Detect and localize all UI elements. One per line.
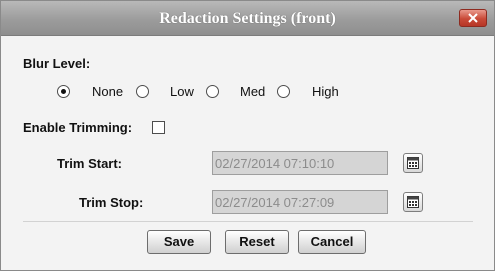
redaction-settings-dialog: Redaction Settings (front) Blur Level: N… xyxy=(0,0,495,271)
radio-blur-high-label: High xyxy=(312,84,339,99)
radio-blur-low-label: Low xyxy=(170,84,194,99)
title-bar[interactable]: Redaction Settings (front) xyxy=(1,1,494,36)
trim-start-label: Trim Start: xyxy=(57,156,123,171)
save-button[interactable]: Save xyxy=(147,230,211,254)
calendar-icon xyxy=(407,196,419,208)
trim-stop-input[interactable]: 02/27/2014 07:27:09 xyxy=(212,190,388,214)
trim-stop-calendar-button[interactable] xyxy=(403,192,423,212)
radio-blur-none[interactable] xyxy=(57,85,70,98)
radio-blur-med[interactable] xyxy=(206,85,219,98)
dialog-title: Redaction Settings (front) xyxy=(159,10,336,27)
trim-start-calendar-button[interactable] xyxy=(403,153,423,173)
trim-start-input[interactable]: 02/27/2014 07:10:10 xyxy=(212,151,388,175)
reset-button[interactable]: Reset xyxy=(225,230,289,254)
enable-trimming-checkbox[interactable] xyxy=(152,121,165,134)
radio-blur-none-label: None xyxy=(92,84,124,99)
close-x-icon xyxy=(468,13,478,23)
calendar-icon xyxy=(407,157,419,169)
divider xyxy=(23,221,473,222)
enable-trimming-label: Enable Trimming: xyxy=(23,120,133,135)
trim-stop-label: Trim Stop: xyxy=(79,195,144,210)
radio-blur-med-label: Med xyxy=(240,84,266,99)
close-button[interactable] xyxy=(459,9,487,27)
blur-level-label: Blur Level: xyxy=(23,56,91,71)
cancel-button[interactable]: Cancel xyxy=(298,230,366,254)
radio-blur-low[interactable] xyxy=(136,85,149,98)
radio-blur-high[interactable] xyxy=(277,85,290,98)
